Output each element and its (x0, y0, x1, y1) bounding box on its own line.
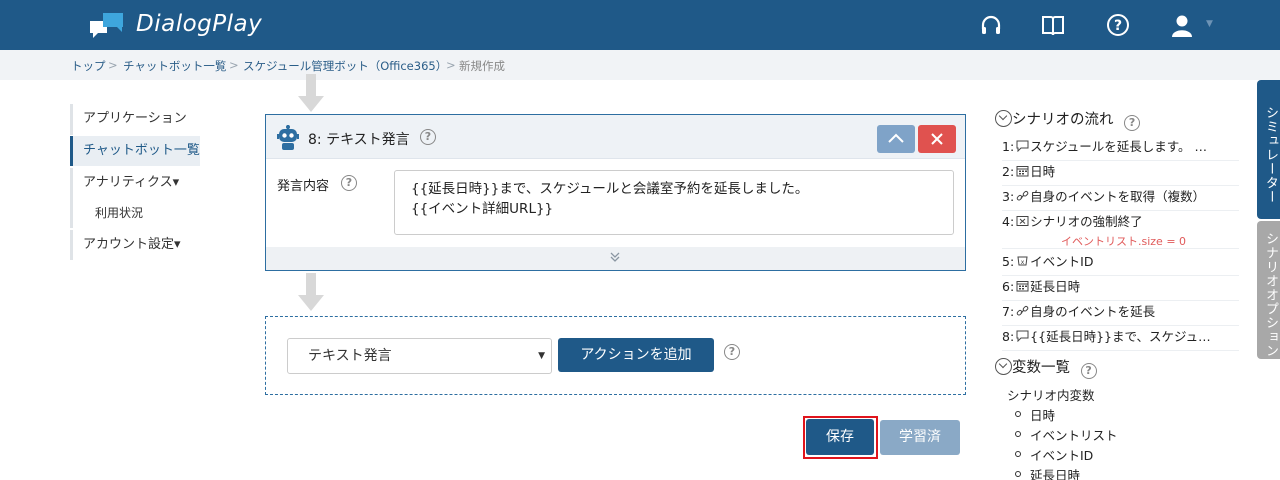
step-number: 8: (1002, 329, 1015, 344)
action-type-selected: テキスト発言 (308, 348, 392, 364)
scenario-step[interactable]: 6: 延長日時 (1002, 276, 1239, 301)
breadcrumb-current: 新規作成 (459, 59, 505, 73)
breadcrumb-separator: > (446, 58, 456, 72)
save-button[interactable]: 保存 (806, 419, 874, 455)
step-label: {{延長日時}}まで、スケジュ… (1030, 329, 1211, 344)
variable-item: イベントリスト (1015, 425, 1118, 444)
sidebar-item-label: アナリティクス▾ (83, 175, 180, 190)
step-label: シナリオの強制終了 (1030, 214, 1143, 229)
link-icon (1016, 305, 1029, 316)
flow-arrow-icon (298, 273, 324, 311)
sidebar-item-account-settings[interactable]: アカウント設定▾ (70, 230, 181, 260)
variables-header[interactable]: 変数一覧 ? (995, 356, 1097, 379)
step-number: 5: (1002, 254, 1015, 269)
dialogplay-logo-icon[interactable] (90, 12, 126, 38)
sidebar-item-applications[interactable]: アプリケーション (70, 104, 187, 135)
step-number: 6: (1002, 279, 1015, 294)
message-field-label: 発言内容 (277, 179, 330, 194)
scenario-step[interactable]: 5: x イベントID (1002, 251, 1239, 276)
speech-bubble-icon (1016, 330, 1029, 342)
user-icon[interactable] (1170, 13, 1194, 37)
calendar-icon (1016, 281, 1029, 292)
action-type-select[interactable]: テキスト発言 ▼ (287, 338, 552, 374)
expand-bar[interactable] (266, 247, 965, 270)
variable-item: 延長日時 (1014, 465, 1080, 480)
speech-bubble-icon (1016, 140, 1029, 152)
variables-title: 変数一覧 (1012, 360, 1070, 376)
scenario-step[interactable]: 7: 自身のイベントを延長 (1002, 301, 1239, 326)
help-icon[interactable]: ? (1106, 13, 1130, 37)
simulator-tab[interactable]: シミュレーター (1257, 80, 1280, 219)
scenario-step[interactable]: 3: 自身のイベントを取得（複数） (1002, 186, 1239, 211)
link-icon (1016, 190, 1029, 201)
scenario-flow-title: シナリオの流れ (1012, 112, 1114, 128)
breadcrumb-bot-link[interactable]: スケジュール管理ボット（Office365） (243, 58, 447, 74)
message-textarea[interactable]: {{延長日時}}まで、スケジュールと会議室予約を延長しました。 {{イベント詳細… (394, 170, 954, 235)
collapse-icon (995, 358, 1012, 375)
flow-arrow-icon (298, 74, 324, 112)
breadcrumb-top-link[interactable]: トップ (71, 58, 106, 74)
sidebar-item-chatbot-list[interactable]: チャットボット一覧 (70, 136, 200, 166)
scenario-flow-header[interactable]: シナリオの流れ ? (995, 108, 1141, 131)
add-action-button[interactable]: アクションを追加 (558, 338, 714, 372)
help-icon[interactable]: ? (1124, 115, 1141, 131)
help-icon[interactable]: ? (420, 129, 436, 145)
help-icon[interactable]: ? (341, 175, 357, 191)
svg-text:?: ? (1114, 18, 1122, 34)
step-number: 7: (1002, 304, 1015, 319)
breadcrumb-separator: > (229, 58, 239, 72)
learned-button[interactable]: 学習済 (880, 420, 960, 455)
sidebar-subitem-usage[interactable]: 利用状況 (95, 204, 143, 221)
help-icon[interactable]: ? (1080, 363, 1097, 379)
step-label: イベントID (1030, 254, 1094, 269)
action-card-title: 8: テキスト発言 (308, 132, 410, 148)
variable-item: イベントID (1014, 445, 1093, 464)
add-action-box: テキスト発言 ▼ アクションを追加 ? (265, 316, 966, 395)
step-label: 日時 (1030, 164, 1056, 179)
variable-item: 日時 (1014, 405, 1055, 424)
step-number: 1: (1002, 139, 1015, 154)
brand-name[interactable]: DialogPlay (136, 11, 262, 37)
step-label: スケジュールを延長します。 … (1030, 139, 1208, 154)
collapse-icon (995, 110, 1012, 127)
step-label: 自身のイベントを取得（複数） (1030, 189, 1206, 204)
breadcrumb-chatbot-list-link[interactable]: チャットボット一覧 (123, 58, 226, 74)
top-navbar: DialogPlay ? ▼ (0, 0, 1280, 50)
robot-icon (277, 125, 299, 150)
action-card: 8: テキスト発言 ? 発言内容 ? {{延長日時}}まで、スケジュールと会議室… (265, 114, 966, 271)
svg-text:x: x (1021, 259, 1025, 266)
action-card-header: 8: テキスト発言 ? (266, 115, 965, 159)
double-chevron-down-icon (610, 252, 620, 262)
step-number: 2: (1002, 164, 1015, 179)
chevron-down-icon[interactable]: ▼ (1206, 19, 1213, 29)
scenario-options-tab[interactable]: シナリオオプション (1257, 221, 1280, 359)
chevron-up-icon (888, 133, 904, 143)
variable-icon: x (1017, 256, 1028, 266)
step-number: 4: (1002, 214, 1015, 229)
terminate-icon (1016, 216, 1029, 226)
manual-book-icon[interactable] (1041, 13, 1065, 37)
breadcrumb-separator: > (108, 58, 118, 72)
step-label: 延長日時 (1030, 279, 1081, 294)
calendar-icon (1016, 166, 1029, 177)
step-label: 自身のイベントを延長 (1030, 304, 1156, 319)
delete-action-button[interactable] (918, 125, 956, 153)
caret-down-icon: ▼ (538, 351, 545, 361)
step-condition: イベントリスト.size = 0 (1061, 235, 1187, 248)
scenario-step[interactable]: 2: 日時 (1002, 161, 1239, 186)
variables-section-label: シナリオ内変数 (1007, 388, 1095, 403)
move-up-button[interactable] (877, 125, 915, 153)
close-icon (931, 133, 943, 145)
help-icon[interactable]: ? (724, 344, 740, 360)
scenario-step[interactable]: 1: スケジュールを延長します。 … (1002, 136, 1239, 161)
headset-icon[interactable] (979, 13, 1003, 37)
scenario-step[interactable]: 8: {{延長日時}}まで、スケジュ… (1002, 326, 1239, 351)
step-number: 3: (1002, 189, 1015, 204)
breadcrumb: トップ > チャットボット一覧 > スケジュール管理ボット（Office365）… (0, 50, 1280, 80)
